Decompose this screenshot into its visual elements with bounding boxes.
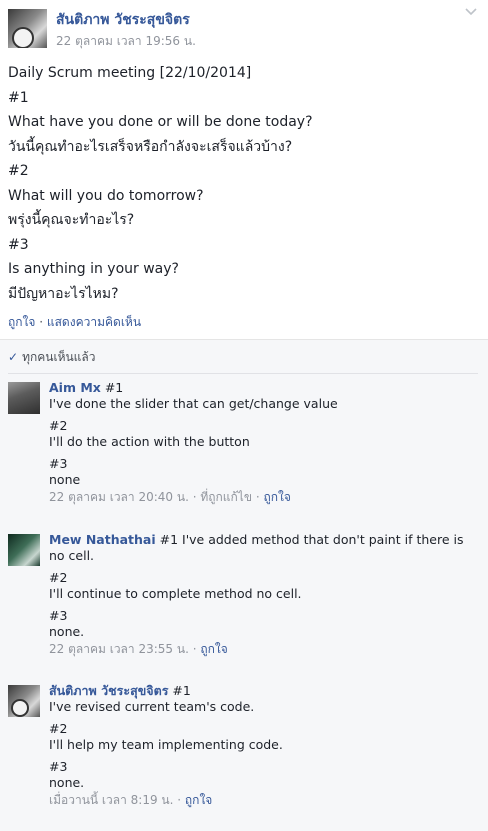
- post-timestamp[interactable]: 22 ตุลาคม เวลา 19:56 น.: [56, 32, 196, 51]
- comment-text: I've revised current team's code.: [49, 698, 255, 714]
- comment-paragraph: #3 none.: [49, 759, 469, 790]
- comment-text: I'll do the action with the button: [49, 433, 250, 449]
- comment-text: #3: [49, 608, 68, 623]
- comment-like-link[interactable]: ถูกใจ: [185, 793, 212, 807]
- chevron-down-icon[interactable]: [464, 6, 478, 20]
- comment-paragraph: #3 none.: [49, 608, 469, 639]
- comment-link[interactable]: แสดงความคิดเห็น: [47, 315, 141, 329]
- post-line: Daily Scrum meeting [22/10/2014]: [8, 65, 252, 81]
- avatar[interactable]: [8, 534, 40, 566]
- comment-paragraph: #2 I'll do the action with the button: [49, 418, 469, 449]
- post-line: มีปัญหาอะไรไหม?: [8, 285, 119, 302]
- comment-like-link[interactable]: ถูกใจ: [263, 490, 290, 504]
- feedback-section: ✓ ทุกคนเห็นแล้ว Aim Mx #1 I've done the s…: [0, 340, 488, 831]
- post-line: วันนี้คุณทำอะไรเสร็จหรือกำลังจะเสร็จแล้ว…: [8, 138, 293, 155]
- comment-paragraph: Mew Nathathai #1 I've added method that …: [49, 532, 469, 563]
- like-link[interactable]: ถูกใจ: [8, 315, 35, 329]
- comment-text: I've done the slider that can get/change…: [49, 395, 338, 411]
- comment-text: none.: [49, 774, 85, 790]
- comment-paragraph: Aim Mx #1 I've done the slider that can …: [49, 380, 469, 411]
- comment-text: none.: [49, 623, 85, 639]
- divider: [8, 373, 478, 374]
- comment-text: #2: [49, 418, 68, 433]
- avatar[interactable]: [8, 382, 40, 414]
- comment-like-link[interactable]: ถูกใจ: [200, 642, 227, 656]
- comment-text: none: [49, 471, 81, 487]
- comment-text: #2: [49, 721, 68, 736]
- comment-paragraph: #2 I'll help my team implementing code.: [49, 721, 469, 752]
- post-line: พรุ่งนี้คุณจะทำอะไร?: [8, 212, 135, 228]
- comment-paragraph: #2 I'll continue to complete method no c…: [49, 570, 469, 601]
- action-separator: ·: [35, 315, 47, 329]
- post-actions: ถูกใจ · แสดงความคิดเห็น: [8, 313, 141, 332]
- post-line: What will you do tomorrow?: [8, 187, 204, 204]
- seen-label: ทุกคนเห็นแล้ว: [22, 350, 96, 364]
- comment-text: no cell.: [49, 547, 95, 563]
- comment-meta: 22 ตุลาคม เวลา 23:55 น. · ถูกใจ: [49, 642, 228, 656]
- post-line: #2: [8, 163, 29, 179]
- post-line: What have you done or will be done today…: [8, 114, 313, 130]
- check-icon: ✓: [8, 350, 19, 364]
- comment-text: #3: [49, 759, 68, 774]
- comment-timestamp[interactable]: เมื่อวานนี้ เวลา 8:19 น.: [49, 793, 173, 807]
- post-body: Daily Scrum meeting [22/10/2014] #1 What…: [8, 61, 478, 306]
- comment-text: I'll continue to complete method no cell…: [49, 585, 302, 601]
- comment-timestamp[interactable]: 22 ตุลาคม เวลา 23:55 น.: [49, 642, 189, 656]
- seen-by-all[interactable]: ✓ ทุกคนเห็นแล้ว: [8, 348, 96, 367]
- comment-text: #1: [172, 683, 191, 698]
- post: สันติภาพ วัชระสุขจิตร 22 ตุลาคม เวลา 19:…: [0, 0, 488, 831]
- author-avatar[interactable]: [8, 9, 47, 48]
- comment-text: I'll help my team implementing code.: [49, 736, 283, 752]
- comment-timestamp[interactable]: 22 ตุลาคม เวลา 20:40 น.: [49, 490, 189, 504]
- post-line: #1: [8, 89, 29, 106]
- comment-text: #1 I've added method that don't paint if…: [159, 532, 464, 547]
- comment-body: Aim Mx #1 I've done the slider that can …: [49, 380, 469, 506]
- comment-meta: เมื่อวานนี้ เวลา 8:19 น. · ถูกใจ: [49, 793, 213, 807]
- comment-paragraph: สันติภาพ วัชระสุขจิตร #1 I've revised cu…: [49, 683, 469, 714]
- post-line: #3: [8, 236, 29, 253]
- comment-body: Mew Nathathai #1 I've added method that …: [49, 532, 469, 658]
- comment-author[interactable]: Mew Nathathai: [49, 532, 156, 547]
- comment-paragraph: #3 none: [49, 456, 469, 487]
- comment-meta: 22 ตุลาคม เวลา 20:40 น. · ที่ถูกแก้ไข · …: [49, 490, 291, 504]
- comment-text: #1: [104, 380, 124, 395]
- edited-label[interactable]: ที่ถูกแก้ไข: [200, 490, 252, 504]
- comment-author[interactable]: สันติภาพ วัชระสุขจิตร: [49, 683, 168, 698]
- comment-author[interactable]: Aim Mx: [49, 380, 101, 395]
- post-author-name[interactable]: สันติภาพ วัชระสุขจิตร: [56, 9, 190, 31]
- comment-text: #2: [49, 570, 68, 585]
- comment-text: #3: [49, 456, 68, 471]
- avatar[interactable]: [8, 685, 40, 717]
- comment-body: สันติภาพ วัชระสุขจิตร #1 I've revised cu…: [49, 683, 469, 809]
- post-header: สันติภาพ วัชระสุขจิตร 22 ตุลาคม เวลา 19:…: [0, 0, 488, 54]
- post-line: Is anything in your way?: [8, 261, 179, 277]
